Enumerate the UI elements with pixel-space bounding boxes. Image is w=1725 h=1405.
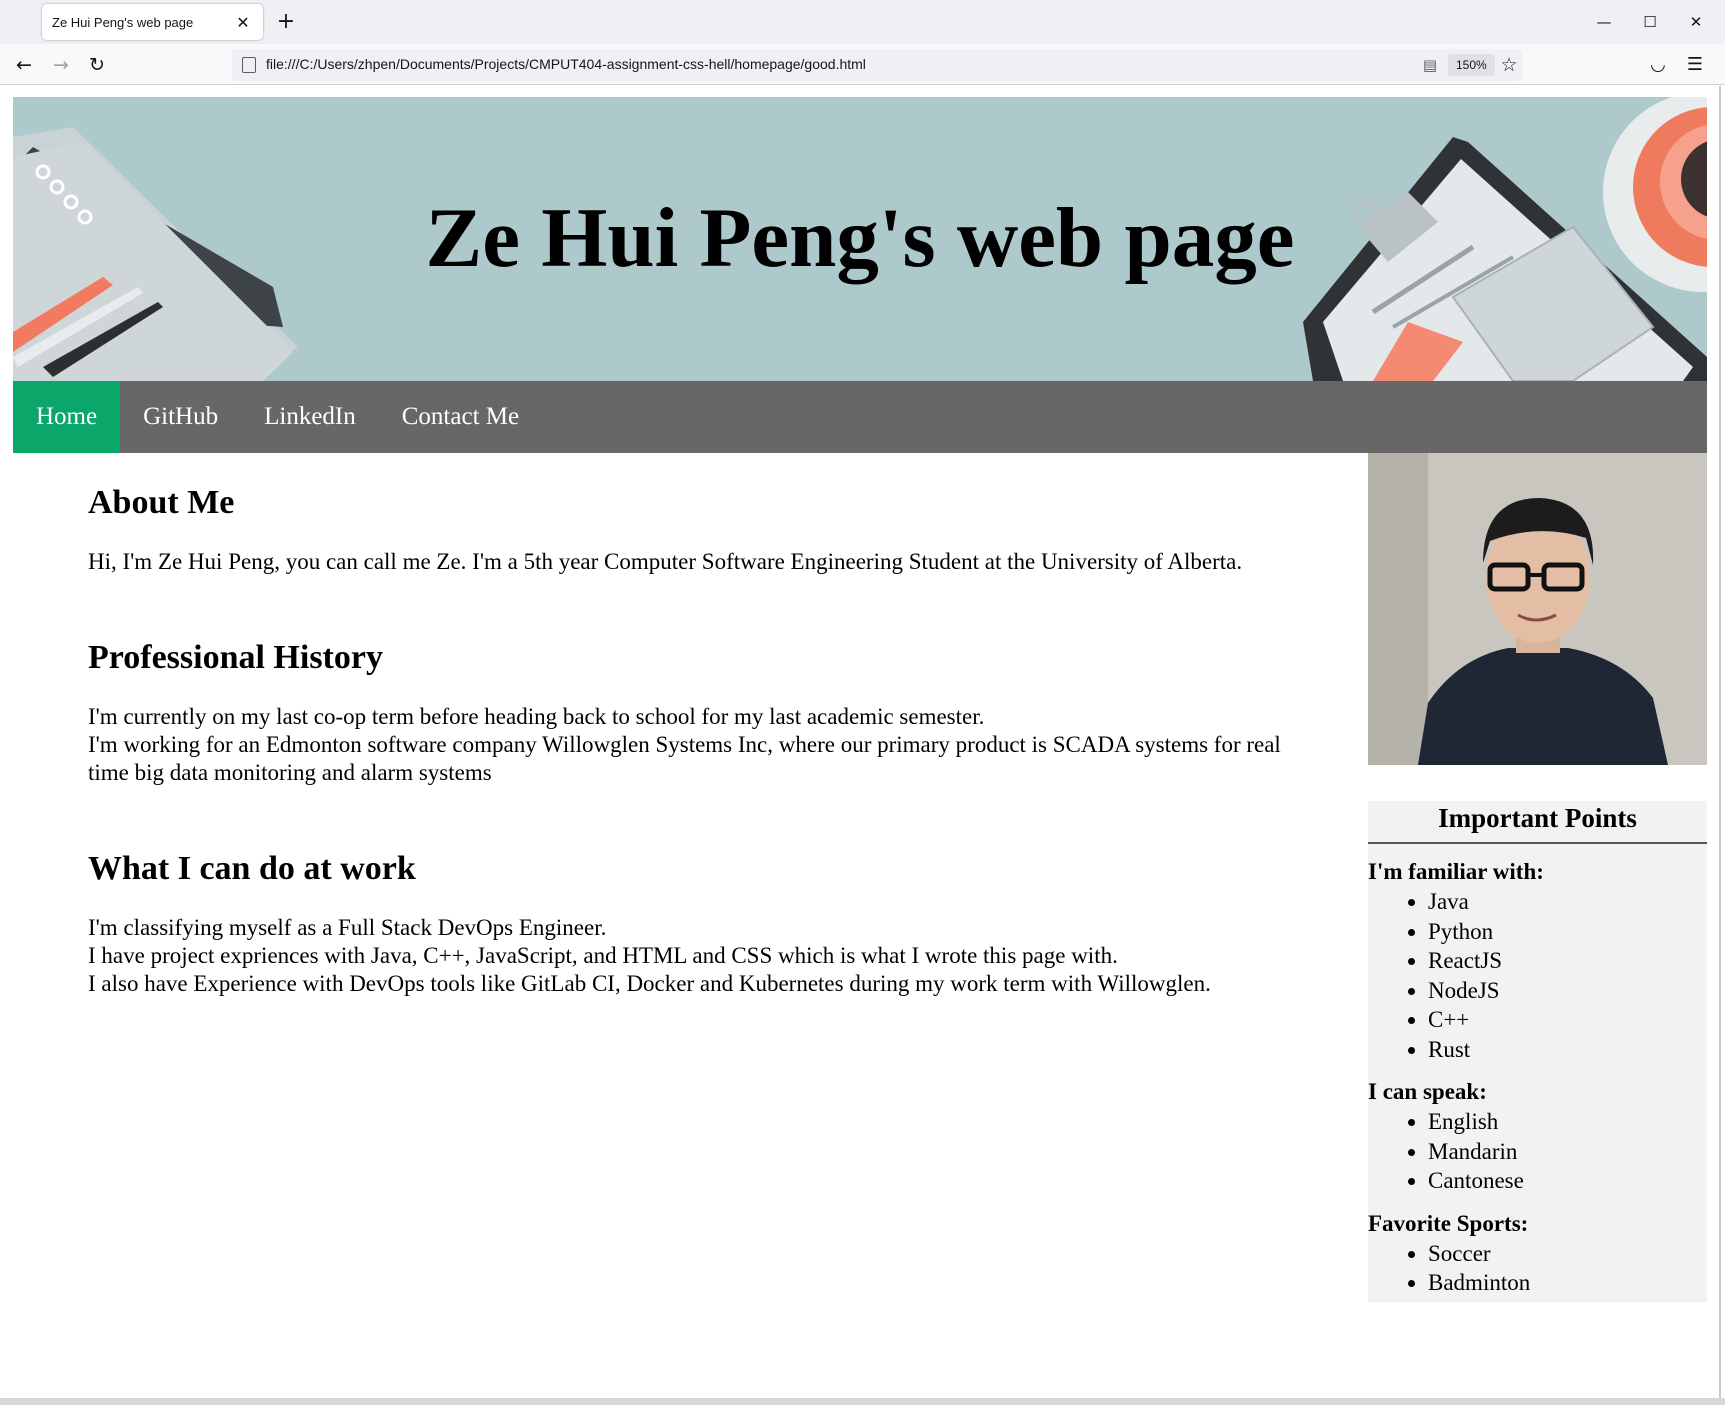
work-section: What I can do at work I'm classifying my… [88, 849, 1288, 998]
list-item: C++ [1428, 1005, 1707, 1035]
speak-list: English Mandarin Cantonese [1368, 1107, 1707, 1196]
list-item: Soccer [1428, 1239, 1707, 1269]
address-bar[interactable]: file:///C:/Users/zhpen/Documents/Project… [232, 49, 1522, 81]
reload-icon[interactable]: ↻ [82, 50, 112, 80]
about-text: Hi, I'm Ze Hui Peng, you can call me Ze.… [88, 549, 1243, 574]
list-item: Badminton [1428, 1268, 1707, 1298]
web-page: Ze Hui Peng's web page Home GitHub Linke… [13, 97, 1707, 1303]
url-text[interactable]: file:///C:/Users/zhpen/Documents/Project… [266, 56, 866, 72]
browser-tab[interactable]: Ze Hui Peng's web page ✕ [42, 4, 263, 40]
list-item: Rust [1428, 1035, 1707, 1065]
tab-title: Ze Hui Peng's web page [52, 14, 194, 30]
page-title: Ze Hui Peng's web page [425, 191, 1295, 285]
site-nav: Home GitHub LinkedIn Contact Me [13, 381, 1707, 453]
browser-toolbar: ← → ↻ file:///C:/Users/zhpen/Documents/P… [0, 44, 1725, 85]
portrait-illustration [1368, 453, 1707, 765]
zoom-level-badge[interactable]: 150% [1448, 54, 1495, 76]
tab-close-icon[interactable]: ✕ [233, 13, 253, 32]
history-section: Professional History I'm currently on my… [88, 638, 1288, 787]
forward-icon[interactable]: → [46, 50, 76, 80]
bookmark-star-icon[interactable]: ☆ [1496, 52, 1522, 78]
important-points: Important Points I'm familiar with: Java… [1368, 801, 1707, 1302]
window-bottom-edge [0, 1398, 1725, 1405]
list-item: Python [1428, 917, 1707, 947]
familiar-list: Java Python ReactJS NodeJS C++ Rust [1368, 887, 1707, 1064]
sidebar: Important Points I'm familiar with: Java… [1368, 453, 1707, 1302]
main-column: About Me Hi, I'm Ze Hui Peng, you can ca… [88, 483, 1288, 1060]
list-item: ReactJS [1428, 946, 1707, 976]
maximize-icon[interactable]: ☐ [1627, 6, 1673, 38]
list-item: NodeJS [1428, 976, 1707, 1006]
window-close-icon[interactable]: ✕ [1673, 6, 1719, 38]
header-banner: Ze Hui Peng's web page [13, 97, 1707, 381]
minimize-icon[interactable]: — [1581, 6, 1627, 38]
nav-contact[interactable]: Contact Me [379, 381, 542, 453]
page-icon [242, 57, 256, 73]
menu-icon[interactable]: ☰ [1682, 52, 1708, 78]
reader-view-icon[interactable]: ▤ [1420, 55, 1440, 75]
nav-home[interactable]: Home [13, 381, 121, 453]
about-heading: About Me [88, 484, 235, 521]
window-right-edge [1719, 86, 1721, 1398]
photo-shadow [1368, 453, 1428, 765]
points-heading: Important Points [1368, 801, 1707, 844]
back-icon[interactable]: ← [9, 50, 39, 80]
sports-list: Soccer Badminton [1368, 1239, 1707, 1298]
list-item: Cantonese [1428, 1166, 1707, 1196]
new-tab-button[interactable]: + [272, 8, 300, 36]
profile-photo [1368, 453, 1707, 765]
page-content: About Me Hi, I'm Ze Hui Peng, you can ca… [13, 453, 1707, 1303]
speak-heading: I can speak: [1368, 1079, 1487, 1104]
nav-linkedin[interactable]: LinkedIn [241, 381, 379, 453]
familiar-heading: I'm familiar with: [1368, 859, 1544, 884]
tab-bar: Ze Hui Peng's web page ✕ + — ☐ ✕ [0, 0, 1725, 44]
history-line-2: I'm working for an Edmonton software com… [88, 732, 1281, 785]
about-section: About Me Hi, I'm Ze Hui Peng, you can ca… [88, 483, 1288, 576]
sports-heading: Favorite Sports: [1368, 1210, 1529, 1236]
work-line-3: I also have Experience with DevOps tools… [88, 971, 1211, 996]
history-heading: Professional History [88, 639, 383, 676]
work-line-2: I have project expriences with Java, C++… [88, 943, 1118, 968]
nav-github[interactable]: GitHub [120, 381, 241, 453]
work-heading: What I can do at work [88, 850, 416, 887]
list-item: English [1428, 1107, 1707, 1137]
pocket-icon[interactable]: ◡ [1645, 52, 1671, 78]
history-line-1: I'm currently on my last co-op term befo… [88, 704, 985, 729]
list-item: Mandarin [1428, 1137, 1707, 1167]
work-line-1: I'm classifying myself as a Full Stack D… [88, 915, 607, 940]
list-item: Java [1428, 887, 1707, 917]
